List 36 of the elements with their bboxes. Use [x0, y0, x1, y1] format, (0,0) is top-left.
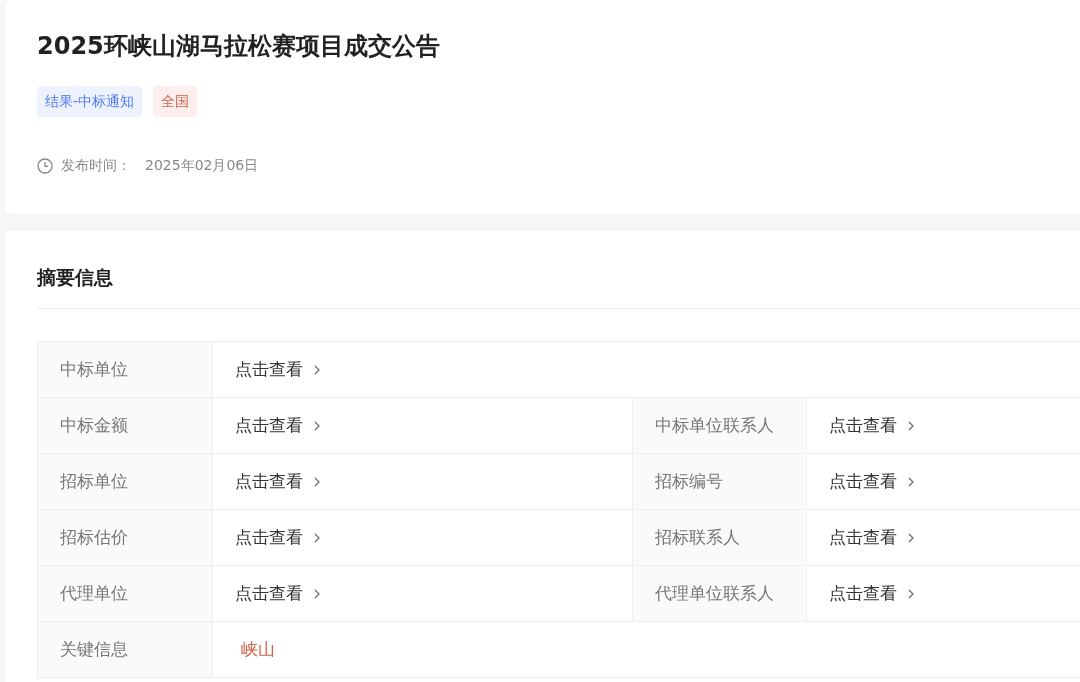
clock-icon [37, 158, 53, 174]
label-cell: 中标单位联系人 [633, 398, 807, 454]
label-cell: 招标估价 [38, 510, 213, 566]
view-link[interactable]: 点击查看 [235, 414, 321, 437]
tag: 全国 [153, 86, 198, 117]
label-cell: 招标编号 [633, 454, 807, 510]
tag: 结果-中标通知 [37, 86, 143, 117]
view-link[interactable]: 点击查看 [829, 582, 915, 605]
chevron-icon [313, 531, 321, 544]
keyword-text: 峡山 [240, 638, 275, 661]
label-cell: 关键信息 [38, 622, 213, 678]
chevron-icon [313, 419, 321, 432]
chevron-icon [907, 419, 915, 432]
view-link[interactable]: 点击查看 [235, 470, 321, 493]
chevron-icon [313, 475, 321, 488]
label-cell: 招标单位 [38, 454, 213, 510]
label-cell: 中标金额 [38, 398, 213, 454]
chevron-icon [907, 475, 915, 488]
view-link[interactable]: 点击查看 [829, 414, 915, 437]
view-link[interactable]: 点击查看 [235, 582, 321, 605]
label-cell: 代理单位联系人 [633, 566, 807, 622]
section-heading: 摘要信息 [37, 259, 1080, 309]
view-link[interactable]: 点击查看 [235, 358, 321, 381]
chevron-icon [313, 587, 321, 600]
view-link[interactable]: 点击查看 [829, 526, 915, 549]
publish-label: 发布时间： [61, 157, 131, 175]
chevron-icon [313, 363, 321, 376]
chevron-icon [907, 587, 915, 600]
notice-title: 2025环峡山湖马拉松赛项目成交公告 [37, 31, 441, 62]
view-link[interactable]: 点击查看 [235, 526, 321, 549]
view-link[interactable]: 点击查看 [829, 470, 915, 493]
publish-date: 2025年02月06日 [145, 157, 259, 175]
chevron-icon [907, 531, 915, 544]
label-cell: 中标单位 [38, 342, 213, 398]
label-cell: 招标联系人 [633, 510, 807, 566]
label-cell: 代理单位 [38, 566, 213, 622]
